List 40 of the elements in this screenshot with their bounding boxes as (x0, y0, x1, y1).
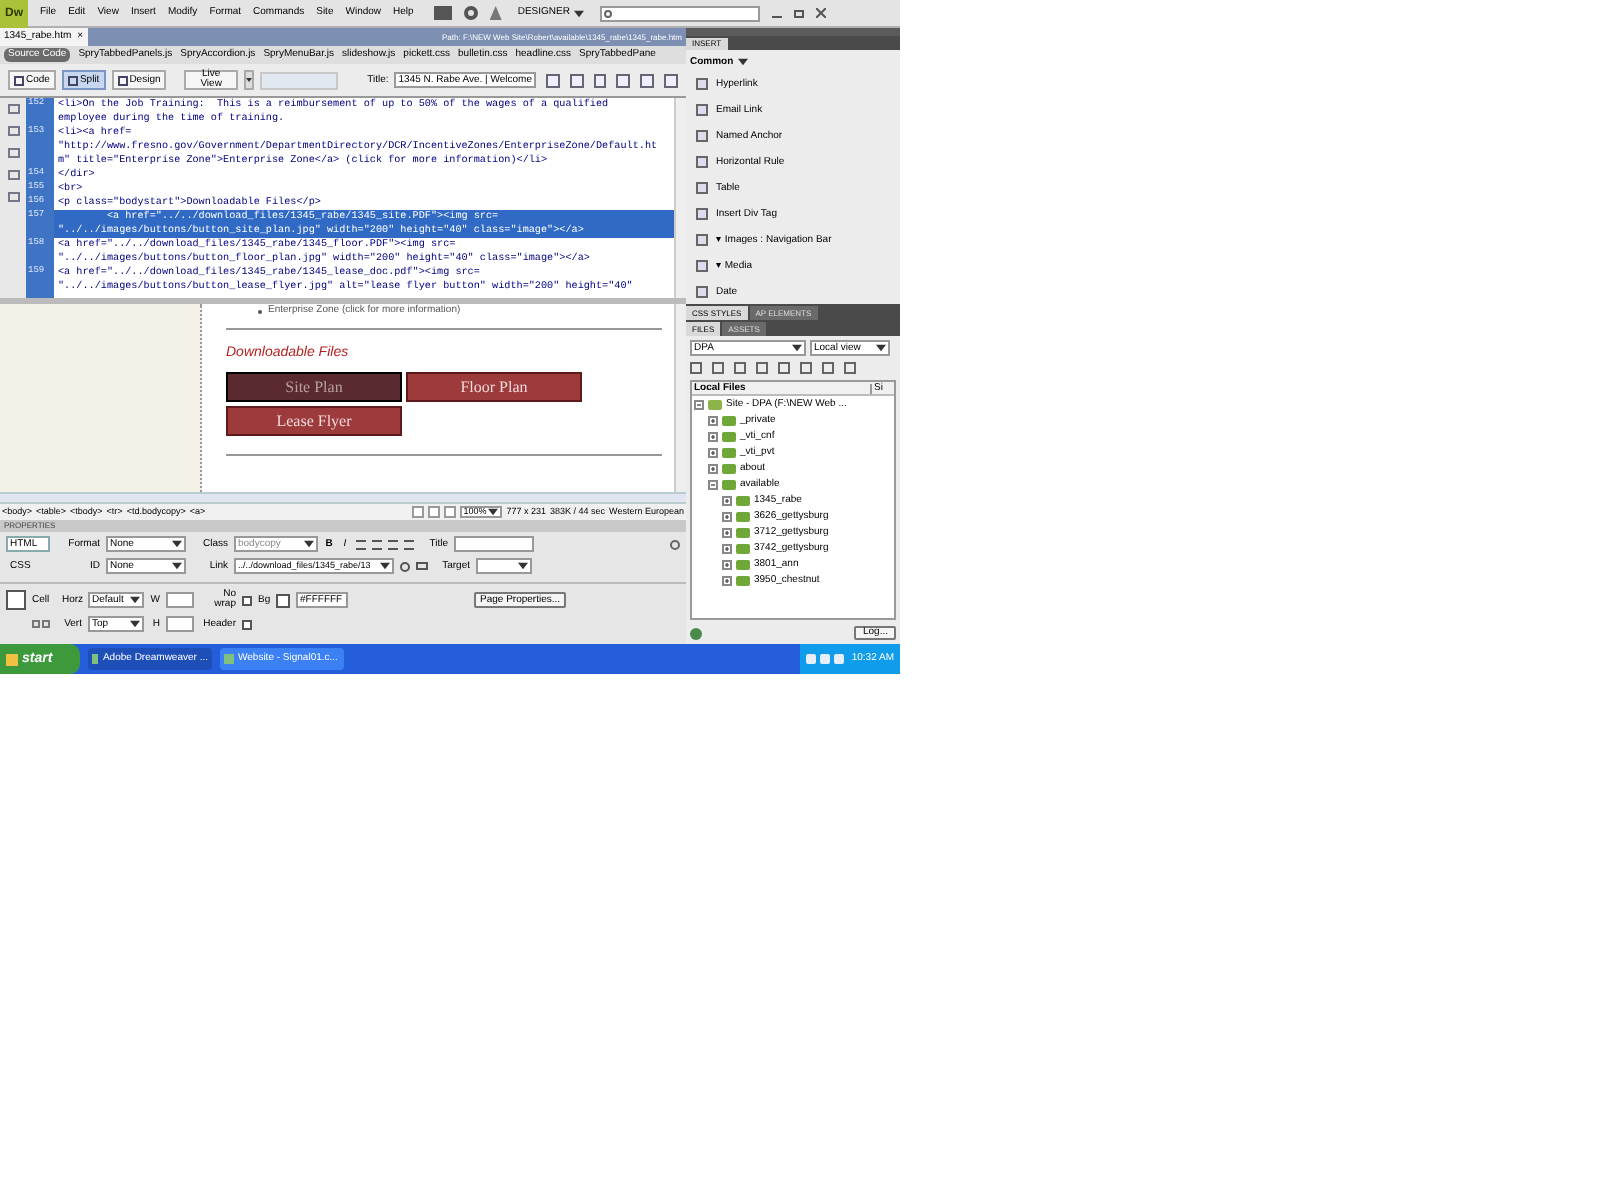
caret-icon (172, 562, 182, 570)
caret-icon (172, 540, 182, 548)
close-icon[interactable] (815, 8, 826, 18)
color-swatch[interactable] (276, 593, 290, 607)
view-icon (14, 75, 24, 85)
target-dropdown[interactable] (476, 558, 532, 574)
title-field[interactable] (454, 536, 534, 552)
app-icon (224, 654, 234, 664)
view-icon (117, 75, 128, 85)
caret-icon (304, 540, 314, 548)
horizontal-scrollbar[interactable] (0, 492, 686, 504)
site-icon (708, 399, 722, 409)
windows-logo-icon (6, 653, 18, 665)
caret-icon (737, 58, 748, 66)
search-field[interactable] (599, 5, 760, 21)
image-button[interactable]: Site Plan (226, 372, 402, 402)
width-field[interactable] (166, 592, 194, 608)
vertical-scrollbar[interactable] (674, 98, 686, 298)
caret-icon (876, 344, 886, 352)
table-cell-icon (6, 590, 26, 610)
image-button[interactable]: Lease Flyer (226, 406, 402, 436)
view-icon (67, 75, 78, 85)
maximize-icon[interactable] (793, 9, 804, 17)
caret-icon (518, 562, 528, 570)
caret-icon (130, 596, 140, 604)
caret-icon (488, 508, 499, 516)
caret-icon (245, 76, 252, 84)
minimize-icon[interactable] (771, 15, 782, 17)
header-checkbox[interactable] (242, 619, 252, 629)
caret-icon (380, 562, 390, 570)
search-icon (603, 9, 612, 17)
caret-icon (130, 620, 140, 628)
height-field[interactable] (166, 616, 194, 632)
caret-icon (792, 344, 802, 352)
image-button[interactable]: Floor Plan (406, 372, 582, 402)
app-icon (92, 654, 99, 664)
status-icon (690, 627, 702, 639)
caret-icon (573, 9, 584, 17)
no-wrap-checkbox[interactable] (242, 595, 252, 605)
vertical-scrollbar[interactable] (674, 304, 686, 492)
